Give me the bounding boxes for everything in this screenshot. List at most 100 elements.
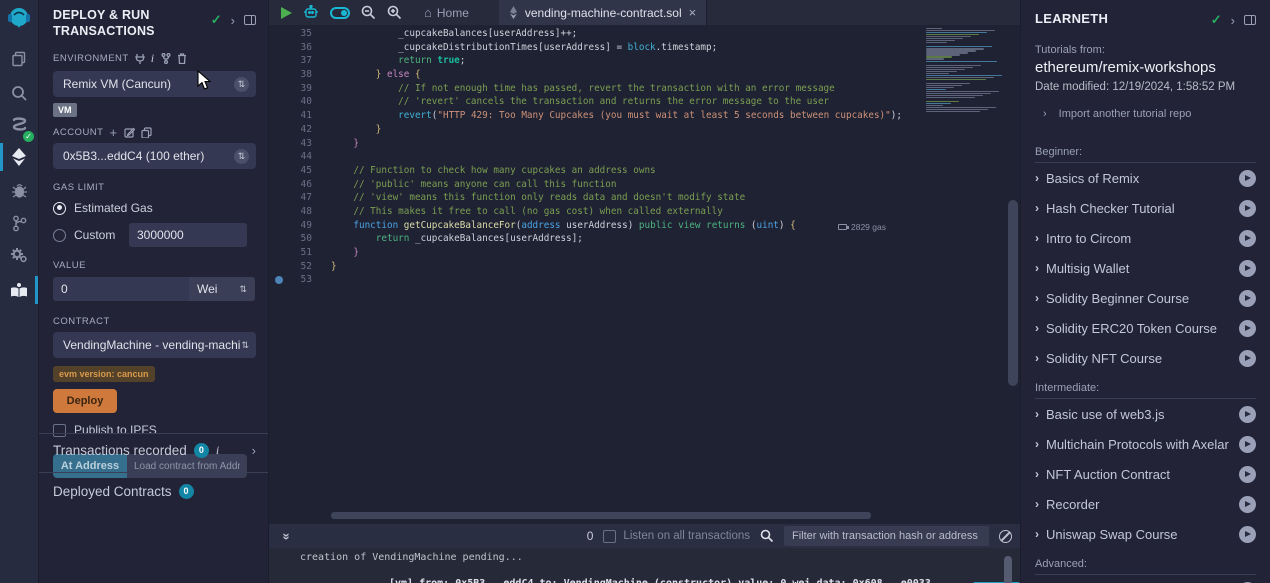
contract-select[interactable]: VendingMachine - vending-machin ⇅	[53, 332, 256, 358]
line-number[interactable]: 40	[269, 95, 321, 109]
add-account-icon[interactable]: +	[109, 128, 117, 138]
vertical-scrollbar[interactable]	[1008, 200, 1018, 386]
line-number[interactable]: 48	[269, 205, 321, 219]
tutorial-item[interactable]: ›Multisig Wallet	[1035, 253, 1256, 283]
code-text[interactable]: revert("HTTP 429: Too Many Cupcakes (you…	[321, 109, 902, 123]
search-icon[interactable]	[0, 78, 38, 108]
code-text[interactable]: }	[321, 137, 359, 151]
value-unit-select[interactable]: Wei ⇅	[189, 277, 255, 301]
estimated-gas-radio[interactable]	[53, 202, 66, 215]
copilot-toggle[interactable]	[330, 7, 350, 19]
code-line[interactable]: 39 // If not enough time has passed, rev…	[269, 82, 1020, 96]
code-text[interactable]: // Function to check how many cupcakes a…	[321, 164, 656, 178]
code-text[interactable]: }	[321, 123, 381, 137]
copy-address-icon[interactable]	[141, 127, 152, 138]
play-tutorial-button[interactable]	[1239, 526, 1256, 543]
line-number[interactable]: 38	[269, 68, 321, 82]
terminal-filter-input[interactable]	[784, 526, 989, 546]
tutorial-item[interactable]: ›Basics of Remix	[1035, 163, 1256, 193]
run-script-icon[interactable]	[281, 7, 292, 19]
expand-terminal-icon[interactable]: «	[278, 530, 293, 542]
pin-panel-icon[interactable]	[1244, 15, 1256, 25]
tutorial-item[interactable]: ›Solidity Beginner Course	[1035, 283, 1256, 313]
zoom-out-icon[interactable]	[361, 5, 376, 20]
listen-all-checkbox[interactable]	[603, 530, 616, 543]
code-text[interactable]: } else {	[321, 68, 421, 82]
line-number[interactable]: 50	[269, 232, 321, 246]
code-line[interactable]: 44	[269, 150, 1020, 164]
code-area[interactable]: 35 _cupcakeBalances[userAddress]++;36 _c…	[269, 27, 1020, 287]
trash-icon[interactable]	[177, 53, 187, 64]
chevron-right-icon[interactable]: ›	[231, 13, 235, 28]
code-line[interactable]: 38 } else {	[269, 68, 1020, 82]
code-line[interactable]: 41 revert("HTTP 429: Too Many Cupcakes (…	[269, 109, 1020, 123]
line-number[interactable]: 36	[269, 41, 321, 55]
code-line[interactable]: 50 return _cupcakeBalances[userAddress];	[269, 232, 1020, 246]
code-text[interactable]: return _cupcakeBalances[userAddress];	[321, 232, 583, 246]
minimap[interactable]	[922, 25, 1014, 117]
tutorial-item[interactable]: ›NFT Auction Contract	[1035, 459, 1256, 489]
info-icon[interactable]: i	[151, 51, 155, 66]
play-tutorial-button[interactable]	[1239, 260, 1256, 277]
play-tutorial-button[interactable]	[1239, 230, 1256, 247]
fork-icon[interactable]	[161, 53, 171, 64]
code-line[interactable]: 36 _cupcakeDistributionTimes[userAddress…	[269, 41, 1020, 55]
code-line[interactable]: 52}	[269, 260, 1020, 274]
info-icon[interactable]: i	[216, 443, 219, 458]
line-number[interactable]: 52	[269, 260, 321, 274]
horizontal-scrollbar[interactable]	[331, 512, 871, 519]
pin-panel-icon[interactable]	[244, 15, 256, 25]
line-number[interactable]: 43	[269, 137, 321, 151]
code-line[interactable]: 47 // 'view' means this function only re…	[269, 191, 1020, 205]
zoom-in-icon[interactable]	[387, 5, 402, 20]
value-input[interactable]	[53, 277, 189, 301]
code-line[interactable]: 43 }	[269, 137, 1020, 151]
code-text[interactable]	[321, 150, 331, 164]
custom-gas-radio[interactable]	[53, 229, 66, 242]
line-number[interactable]: 39	[269, 82, 321, 96]
code-text[interactable]: // This makes it free to call (no gas co…	[321, 205, 723, 219]
code-text[interactable]: }	[321, 260, 337, 274]
play-tutorial-button[interactable]	[1239, 290, 1256, 307]
line-number[interactable]: 42	[269, 123, 321, 137]
git-icon[interactable]	[0, 208, 38, 238]
code-line[interactable]: 40 // 'revert' cancels the transaction a…	[269, 95, 1020, 109]
chevron-right-icon[interactable]: ›	[252, 443, 256, 458]
code-text[interactable]: }	[321, 246, 359, 260]
solidity-compiler-icon[interactable]: ✓	[0, 110, 38, 140]
code-text[interactable]: // If not enough time has passed, revert…	[321, 82, 835, 96]
learneth-icon[interactable]	[0, 275, 38, 305]
code-text[interactable]: _cupcakeDistributionTimes[userAddress] =…	[321, 41, 717, 55]
code-line[interactable]: 53	[269, 273, 1020, 287]
line-number[interactable]: 46	[269, 178, 321, 192]
code-line[interactable]: 42 }	[269, 123, 1020, 137]
line-number[interactable]: 41	[269, 109, 321, 123]
line-number[interactable]: 51	[269, 246, 321, 260]
play-tutorial-button[interactable]	[1239, 436, 1256, 453]
tutorial-item[interactable]: ›Uniswap Swap Course	[1035, 519, 1256, 549]
terminal-search-icon[interactable]	[760, 529, 774, 543]
close-tab-icon[interactable]: ×	[689, 5, 697, 20]
tutorial-item[interactable]: ›Solidity ERC20 Token Course	[1035, 313, 1256, 343]
code-text[interactable]: // 'revert' cancels the transaction and …	[321, 95, 829, 109]
file-tab[interactable]: vending-machine-contract.sol ×	[499, 0, 707, 25]
file-explorer-icon[interactable]	[0, 44, 38, 74]
debugger-icon[interactable]	[0, 176, 38, 206]
play-tutorial-button[interactable]	[1239, 200, 1256, 217]
play-tutorial-button[interactable]	[1239, 466, 1256, 483]
publish-ipfs-checkbox[interactable]	[53, 424, 66, 437]
line-number[interactable]: 45	[269, 164, 321, 178]
sign-message-icon[interactable]	[124, 127, 135, 138]
tutorial-item[interactable]: ›Multichain Protocols with Axelar	[1035, 429, 1256, 459]
clear-terminal-icon[interactable]	[999, 530, 1012, 543]
code-line[interactable]: 51 }	[269, 246, 1020, 260]
terminal-scrollbar[interactable]	[1004, 556, 1012, 583]
play-tutorial-button[interactable]	[1239, 350, 1256, 367]
tutorial-item[interactable]: ›Intro to Circom	[1035, 223, 1256, 253]
code-text[interactable]: // 'public' means anyone can call this f…	[321, 178, 616, 192]
tutorial-item[interactable]: ›Basic use of web3.js	[1035, 399, 1256, 429]
line-number[interactable]: 37	[269, 54, 321, 68]
import-repo-row[interactable]: › Import another tutorial repo	[1035, 108, 1256, 120]
code-line[interactable]: 37 return true;	[269, 54, 1020, 68]
code-text[interactable]: _cupcakeBalances[userAddress]++;	[321, 27, 577, 41]
